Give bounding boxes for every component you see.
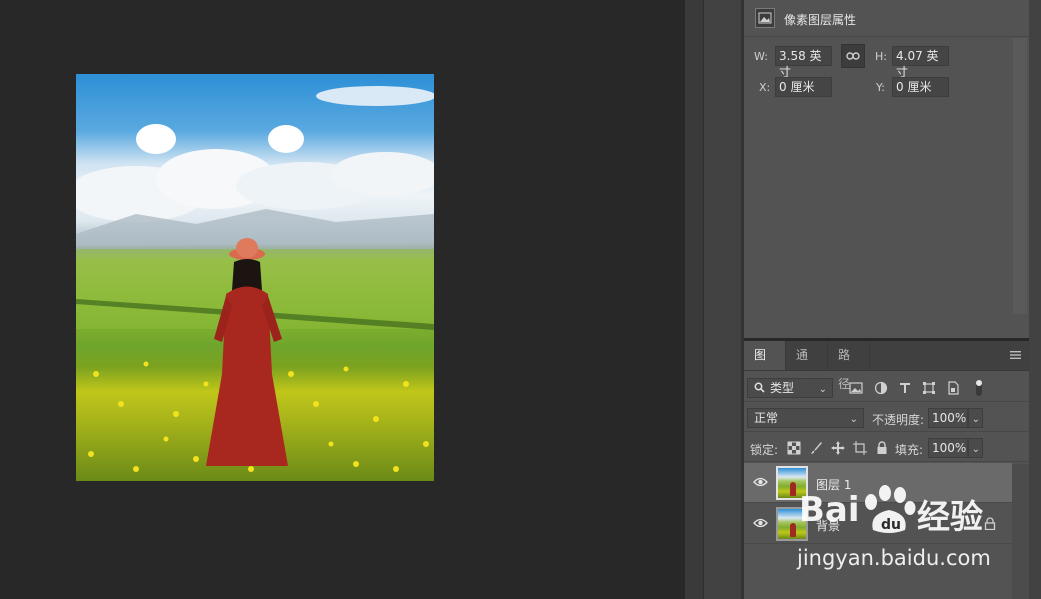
width-label: W:: [754, 50, 768, 63]
chevron-down-icon: ⌄: [849, 414, 858, 425]
lock-image-pixels-icon[interactable]: [809, 441, 823, 455]
filter-kind-select[interactable]: 类型 ⌄: [747, 378, 833, 398]
adjustment-filter-icon[interactable]: [874, 381, 888, 395]
chevron-down-icon: ⌄: [971, 414, 980, 425]
tab-channels[interactable]: 通道: [786, 341, 828, 391]
watermark-brand: Bai: [799, 490, 860, 530]
document-canvas[interactable]: [0, 0, 685, 599]
collapsed-panel-strip: [703, 0, 742, 599]
panel-dock-gutter: [685, 0, 703, 599]
smart-object-filter-icon[interactable]: [946, 381, 960, 395]
search-icon: [754, 382, 765, 393]
canvas-image[interactable]: [76, 74, 434, 481]
chain-link-icon: [846, 52, 860, 60]
fill-field[interactable]: 100%: [928, 438, 968, 458]
pixel-layer-icon: [755, 8, 775, 28]
blend-mode-select[interactable]: 正常 ⌄: [747, 408, 864, 428]
filter-toggle-icon[interactable]: [974, 378, 984, 398]
type-filter-icon[interactable]: [898, 381, 912, 395]
chevron-down-icon: ⌄: [818, 384, 827, 395]
image-filter-icon[interactable]: [849, 381, 863, 395]
visibility-eye-icon[interactable]: [753, 476, 768, 488]
watermark-suffix: 经验: [917, 497, 983, 536]
opacity-dropdown[interactable]: ⌄: [968, 408, 983, 428]
link-dimensions-button[interactable]: [841, 44, 865, 68]
paw-logo-icon: du: [865, 485, 916, 533]
baidu-jingyan-watermark: Bai du 经验 jingyan.baidu.com: [795, 484, 1035, 594]
filter-kind-value: 类型: [770, 381, 795, 395]
blend-opacity-row: 正常 ⌄ 不透明度: 100% ⌄: [744, 403, 1029, 432]
chevron-down-icon: ⌄: [971, 444, 980, 455]
layer-filter-row: 类型 ⌄: [744, 372, 1029, 402]
y-field[interactable]: 0 厘米: [892, 77, 949, 97]
properties-scrollbar[interactable]: [1013, 38, 1027, 314]
panel-menu-icon[interactable]: [1010, 350, 1021, 360]
lock-position-icon[interactable]: [831, 441, 845, 455]
fill-label: 填充:: [895, 443, 924, 457]
lock-artboard-icon[interactable]: [853, 441, 867, 455]
opacity-label: 不透明度:: [872, 413, 925, 427]
properties-title: 像素图层属性: [784, 13, 857, 27]
x-field[interactable]: 0 厘米: [775, 77, 832, 97]
shape-filter-icon[interactable]: [922, 381, 936, 395]
y-label: Y:: [876, 81, 885, 94]
landscape-illustration: [76, 86, 434, 472]
fill-dropdown[interactable]: ⌄: [968, 438, 983, 458]
width-field[interactable]: 3.58 英寸: [775, 46, 832, 79]
watermark-url: jingyan.baidu.com: [797, 546, 991, 570]
visibility-eye-icon[interactable]: [753, 517, 768, 529]
blend-mode-value: 正常: [754, 411, 779, 425]
properties-panel: 像素图层属性 W: 3.58 英寸 H: 4.07 英寸 X: 0 厘米 Y: …: [744, 0, 1029, 338]
lock-all-icon[interactable]: [875, 441, 889, 455]
tab-layers[interactable]: 图层: [744, 341, 786, 391]
opacity-field[interactable]: 100%: [928, 408, 968, 428]
height-field[interactable]: 4.07 英寸: [892, 46, 949, 79]
x-label: X:: [759, 81, 771, 94]
properties-header: 像素图层属性: [744, 0, 1029, 37]
lock-fill-row: 锁定: 填充: 100% ⌄: [744, 433, 1029, 462]
tab-paths[interactable]: 路径: [828, 341, 870, 391]
height-label: H:: [875, 50, 887, 63]
svg-text:du: du: [881, 517, 901, 533]
lock-transparent-pixels-icon[interactable]: [787, 441, 801, 455]
lock-label: 锁定:: [750, 443, 779, 457]
layers-panel-tabs: 图层 通道 路径: [744, 341, 1029, 391]
